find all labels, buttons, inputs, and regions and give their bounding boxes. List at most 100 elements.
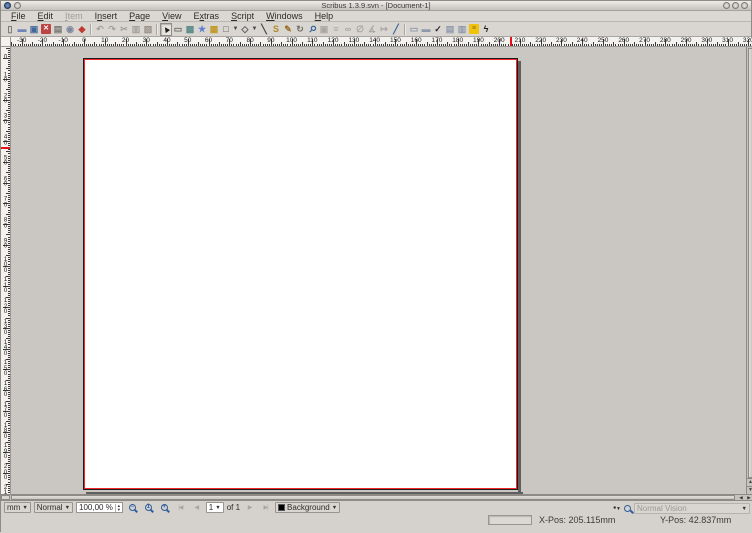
edit-contents-button[interactable]: ▣ bbox=[318, 23, 330, 36]
preview-mode-icon[interactable] bbox=[624, 505, 631, 512]
ruler-tick bbox=[8, 124, 11, 125]
menu-help[interactable]: Help bbox=[309, 11, 340, 22]
spinner-arrows-icon[interactable]: ▲▼ bbox=[115, 504, 122, 512]
close-window-icon[interactable] bbox=[741, 2, 748, 9]
link-annotation-button[interactable]: ϟ bbox=[480, 23, 492, 36]
vertical-scrollbar[interactable]: ▲ ▼ bbox=[746, 47, 752, 494]
copy-button[interactable]: ▥ bbox=[130, 23, 142, 36]
pdf-text-field-button[interactable]: ▬ bbox=[420, 23, 432, 36]
unit-select[interactable]: mm ▼ bbox=[4, 502, 31, 513]
page-number-select[interactable]: 1 ▼ bbox=[206, 502, 224, 513]
open-button[interactable]: ▬ bbox=[16, 23, 28, 36]
ruler-tick bbox=[379, 44, 380, 47]
ruler-tick bbox=[688, 44, 689, 47]
toolbar: ▯▬▣✕▤◉◆↶↷✂▥▧▲▭▩★▦□▼◇▼╲S✎↻⚲▣≡∞∅∡↦╱▭▬✓▤▥≡ϟ bbox=[1, 22, 751, 37]
text-annotation-button[interactable]: ≡ bbox=[468, 23, 480, 36]
menu-view[interactable]: View bbox=[156, 11, 187, 22]
ruler-tick bbox=[530, 42, 531, 47]
ruler-tick bbox=[196, 44, 197, 47]
unlink-text-frames-button[interactable]: ∅ bbox=[354, 23, 366, 36]
document-page[interactable] bbox=[83, 58, 518, 490]
horizontal-ruler[interactable]: -30-20-100102030405060708090100110120130… bbox=[11, 37, 752, 47]
copy-item-properties-button[interactable]: ↦ bbox=[378, 23, 390, 36]
print-button[interactable]: ▤ bbox=[52, 23, 64, 36]
insert-text-frame-button[interactable]: ▭ bbox=[172, 23, 184, 36]
zoom-in-button[interactable]: + bbox=[158, 502, 171, 513]
document-canvas[interactable] bbox=[11, 47, 746, 494]
ruler-tick bbox=[8, 122, 11, 123]
ruler-tick bbox=[377, 44, 378, 47]
insert-polygon-button[interactable]: ◇ bbox=[239, 23, 251, 36]
insert-bezier-curve-button[interactable]: S bbox=[270, 23, 282, 36]
save-button[interactable]: ▣ bbox=[28, 23, 40, 36]
insert-freehand-line-button[interactable]: ✎ bbox=[282, 23, 294, 36]
paste-button[interactable]: ▧ bbox=[142, 23, 154, 36]
pdf-check-box-icon: ✓ bbox=[434, 24, 442, 35]
horizontal-scrollbar[interactable]: ◀ ▶ bbox=[1, 494, 752, 501]
menu-insert[interactable]: Insert bbox=[89, 11, 124, 22]
scroll-right-icon[interactable]: ▶ bbox=[745, 495, 752, 500]
next-page-button[interactable]: ▶ bbox=[243, 502, 256, 513]
scroll-down-icon[interactable]: ▼ bbox=[747, 486, 752, 493]
zoom-100-button[interactable]: 1 bbox=[142, 502, 155, 513]
app-menu-icon[interactable] bbox=[4, 2, 11, 9]
quality-select[interactable]: Normal ▼ bbox=[34, 502, 73, 513]
title-bar[interactable]: Scribus 1.3.9.svn - [Document-1] bbox=[1, 1, 751, 11]
select-item-button[interactable]: ▲ bbox=[160, 23, 172, 36]
menu-file[interactable]: File bbox=[5, 11, 32, 22]
maximize-icon[interactable] bbox=[732, 2, 739, 9]
ruler-origin[interactable] bbox=[1, 37, 11, 47]
menu-extras[interactable]: Extras bbox=[188, 11, 226, 22]
previous-page-button[interactable]: ◀ bbox=[190, 502, 203, 513]
eye-dropper-button[interactable]: ╱ bbox=[390, 23, 402, 36]
menu-script[interactable]: Script bbox=[225, 11, 260, 22]
link-text-frames-button[interactable]: ∞ bbox=[342, 23, 354, 36]
zoom-out-button[interactable]: − bbox=[126, 502, 139, 513]
ruler-tick bbox=[501, 44, 502, 47]
preflight-verifier-button[interactable]: ◉ bbox=[64, 23, 76, 36]
menu-edit[interactable]: Edit bbox=[32, 11, 60, 22]
undo-button[interactable]: ↶ bbox=[94, 23, 106, 36]
ruler-tick bbox=[653, 44, 654, 47]
scroll-up-icon[interactable]: ▲ bbox=[747, 478, 752, 485]
insert-image-frame-button[interactable]: ▩ bbox=[184, 23, 196, 36]
horizontal-scrollbar-thumb[interactable] bbox=[11, 495, 735, 500]
menu-windows[interactable]: Windows bbox=[260, 11, 309, 22]
first-page-button[interactable]: |◀ bbox=[174, 502, 187, 513]
menu-page[interactable]: Page bbox=[123, 11, 156, 22]
scroll-left-icon[interactable]: ◀ bbox=[737, 495, 745, 500]
pdf-combo-box-button[interactable]: ▤ bbox=[444, 23, 456, 36]
redo-button[interactable]: ↷ bbox=[106, 23, 118, 36]
vision-select[interactable]: Normal Vision ▼ bbox=[634, 503, 750, 514]
pdf-check-box-button[interactable]: ✓ bbox=[432, 23, 444, 36]
ruler-tick bbox=[321, 44, 322, 47]
save-as-pdf-button[interactable]: ◆ bbox=[76, 23, 88, 36]
layer-value: Background bbox=[287, 503, 330, 512]
new-document-button[interactable]: ▯ bbox=[4, 23, 16, 36]
cut-button[interactable]: ✂ bbox=[118, 23, 130, 36]
insert-shape-button[interactable]: □ bbox=[220, 23, 232, 36]
rotate-item-button[interactable]: ↻ bbox=[294, 23, 306, 36]
sticky-icon[interactable] bbox=[14, 2, 21, 9]
layer-select[interactable]: Background ▼ bbox=[275, 502, 340, 513]
measurements-button[interactable]: ∡ bbox=[366, 23, 378, 36]
pdf-list-box-button[interactable]: ▥ bbox=[456, 23, 468, 36]
vertical-scrollbar-thumb[interactable] bbox=[748, 48, 752, 478]
story-editor-button[interactable]: ≡ bbox=[330, 23, 342, 36]
vertical-ruler[interactable]: 01 02 03 04 05 06 07 08 09 01 0 01 1 01 … bbox=[1, 47, 11, 494]
zoom-button[interactable]: ⚲ bbox=[306, 23, 318, 36]
zoom-level-spinner[interactable]: 100,00 % ▲▼ bbox=[76, 502, 123, 513]
dropdown-arrow-icon[interactable]: ▼ bbox=[251, 26, 258, 32]
ruler-tick bbox=[55, 44, 56, 47]
insert-line-button[interactable]: ╲ bbox=[258, 23, 270, 36]
insert-render-frame-button[interactable]: ★ bbox=[196, 23, 208, 36]
pdf-push-button-button[interactable]: ▭ bbox=[408, 23, 420, 36]
minimize-icon[interactable] bbox=[723, 2, 730, 9]
last-page-button[interactable]: ▶| bbox=[259, 502, 272, 513]
ruler-tick bbox=[8, 396, 11, 397]
close-button[interactable]: ✕ bbox=[40, 23, 52, 36]
insert-table-button[interactable]: ▦ bbox=[208, 23, 220, 36]
menu-item[interactable]: Item bbox=[59, 11, 89, 22]
dropdown-arrow-icon[interactable]: ▼ bbox=[232, 26, 239, 32]
ruler-tick bbox=[92, 44, 93, 47]
